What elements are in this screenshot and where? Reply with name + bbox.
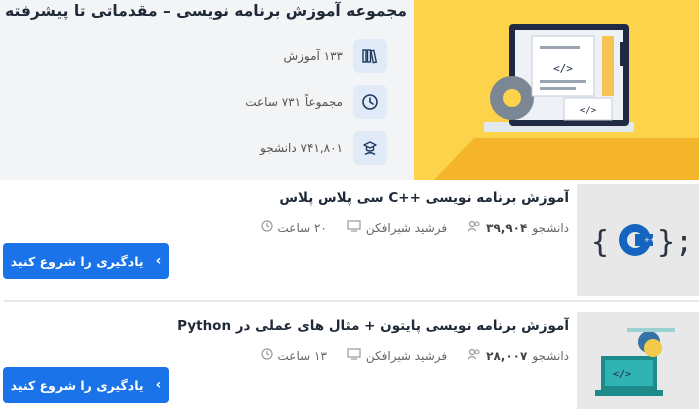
stat-hours: مجموعاً ۷۳۱ ساعت	[187, 85, 387, 119]
users-icon	[467, 348, 481, 363]
course-students-count: ۳۹,۹۰۴	[486, 220, 528, 235]
start-learning-button[interactable]: یادگیری را شروع کنید ‹	[3, 367, 169, 403]
course-duration: ۱۳ ساعت	[260, 348, 327, 363]
collection-title: مجموعه آموزش برنامه نویسی – مقدماتی تا پ…	[5, 2, 407, 20]
course-title[interactable]: آموزش برنامه نویسی ++C سی پلاس پلاس	[49, 190, 569, 206]
course-teacher: فرشید شیرافکن	[347, 348, 447, 363]
users-icon	[467, 220, 481, 235]
course-duration: ۲۰ ساعت	[260, 220, 327, 235]
svg-text:</>: </>	[580, 106, 597, 116]
course-thumbnail-python[interactable]: </>	[577, 312, 699, 409]
course-title[interactable]: آموزش برنامه نویسی پایتون + مثال های عمل…	[49, 318, 569, 334]
start-learning-label: یادگیری را شروع کنید	[10, 377, 144, 393]
chevron-left-icon: ‹	[155, 377, 162, 393]
teacher-icon	[347, 348, 361, 363]
student-icon	[353, 131, 387, 165]
course-card[interactable]: { ++ }; آموزش برنامه نویسی ++C سی پلاس پ…	[4, 184, 699, 296]
collection-banner-illustration: </> </>	[414, 0, 699, 180]
svg-text:++: ++	[644, 236, 656, 244]
stat-students: ۷۴۱,۸۰۱ دانشجو	[187, 131, 387, 165]
stat-students-text: ۷۴۱,۸۰۱ دانشجو	[260, 141, 343, 155]
teacher-icon	[347, 220, 361, 235]
stat-courses: ۱۳۳ آموزش	[187, 39, 387, 73]
collection-hero: مجموعه آموزش برنامه نویسی – مقدماتی تا پ…	[0, 0, 699, 180]
start-learning-button[interactable]: یادگیری را شروع کنید ‹	[3, 243, 169, 279]
course-duration-text: ۱۳ ساعت	[277, 348, 327, 363]
clock-icon	[260, 348, 273, 363]
stat-hours-text: مجموعاً ۷۳۱ ساعت	[245, 95, 343, 109]
stat-courses-text: ۱۳۳ آموزش	[283, 49, 343, 63]
svg-text:};: };	[657, 225, 693, 260]
course-meta: ۲۸,۰۰۷ دانشجو فرشید شیرافکن ۱۳ ساعت	[260, 348, 569, 363]
course-teacher-name[interactable]: فرشید شیرافکن	[366, 221, 447, 235]
clock-icon	[260, 220, 273, 235]
chevron-left-icon: ‹	[155, 253, 162, 269]
course-students: ۳۹,۹۰۴ دانشجو	[467, 220, 569, 235]
svg-text:</>: </>	[613, 369, 631, 380]
svg-text:{: {	[591, 225, 609, 260]
svg-text:</>: </>	[553, 62, 573, 75]
card-divider	[4, 300, 699, 302]
start-learning-label: یادگیری را شروع کنید	[10, 253, 144, 269]
course-students: ۲۸,۰۰۷ دانشجو	[467, 348, 569, 363]
course-teacher-name[interactable]: فرشید شیرافکن	[366, 349, 447, 363]
course-students-count: ۲۸,۰۰۷	[486, 348, 528, 363]
course-thumbnail-cpp[interactable]: { ++ };	[577, 184, 699, 296]
course-meta: ۳۹,۹۰۴ دانشجو فرشید شیرافکن ۲۰ ساعت	[260, 220, 569, 235]
clock-icon	[353, 85, 387, 119]
course-duration-text: ۲۰ ساعت	[277, 220, 327, 235]
course-students-label: دانشجو	[532, 348, 569, 363]
course-teacher: فرشید شیرافکن	[347, 220, 447, 235]
books-icon	[353, 39, 387, 73]
course-students-label: دانشجو	[532, 220, 569, 235]
